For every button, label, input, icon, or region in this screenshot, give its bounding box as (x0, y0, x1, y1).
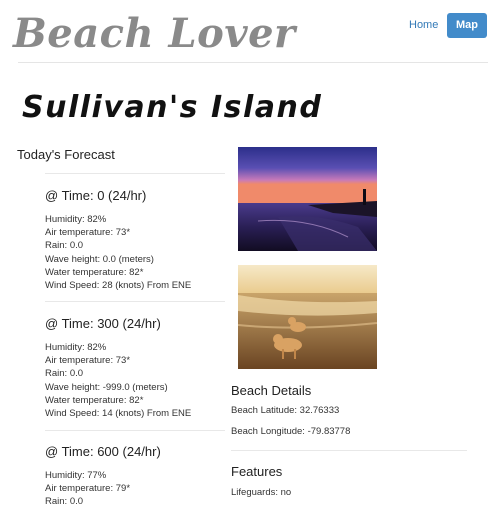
divider (45, 301, 225, 302)
nav-map-button[interactable]: Map (447, 13, 487, 38)
header-divider (18, 62, 488, 63)
wind-speed: Wind Speed: 28 (knots) From ENE (45, 280, 192, 292)
forecast-heading: Today's Forecast (17, 147, 115, 162)
humidity: Humidity: 82% (45, 342, 107, 353)
air-temperature: Air temperature: 73* (45, 227, 131, 239)
divider (45, 430, 225, 431)
forecast-block: @ Time: 600 (24/hr) Humidity: 77% Air te… (45, 444, 161, 509)
rain: Rain: 0.0 (45, 240, 84, 252)
page-title: Sullivan's Island (22, 90, 323, 125)
rain: Rain: 0.0 (45, 496, 84, 508)
water-temperature: Water temperature: 82* (45, 266, 144, 278)
wave-height: Wave height: 0.0 (meters) (45, 253, 154, 265)
forecast-time: @ Time: 0 (24/hr) (45, 188, 147, 203)
beach-photo-sunset (238, 147, 377, 251)
beach-photo-dogs (238, 265, 377, 369)
lifeguards: Lifeguards: no (231, 487, 292, 498)
logo[interactable]: Beach Lover (13, 10, 296, 57)
beach-details-heading: Beach Details (231, 383, 312, 398)
wave-height: Wave height: -999.0 (meters) (45, 381, 168, 393)
forecast-time: @ Time: 300 (24/hr) (45, 316, 161, 331)
forecast-time: @ Time: 600 (24/hr) (45, 444, 161, 459)
divider (45, 173, 225, 174)
air-temperature: Air temperature: 79* (45, 483, 131, 495)
rain: Rain: 0.0 (45, 368, 84, 380)
nav-home-link[interactable]: Home (409, 19, 438, 31)
beach-latitude: Beach Latitude: 32.76333 (231, 405, 340, 416)
water-temperature: Water temperature: 82* (45, 394, 144, 406)
wind-speed: Wind Speed: 14 (knots) From ENE (45, 408, 192, 420)
forecast-block: @ Time: 0 (24/hr) Humidity: 82% Air temp… (45, 188, 191, 292)
air-temperature: Air temperature: 73* (45, 355, 131, 367)
humidity: Humidity: 77% (45, 470, 107, 481)
forecast-block: @ Time: 300 (24/hr) Humidity: 82% Air te… (45, 316, 191, 420)
beach-longitude: Beach Longitude: -79.83778 (231, 426, 351, 437)
humidity: Humidity: 82% (45, 214, 107, 225)
divider (231, 450, 467, 451)
features-heading: Features (231, 464, 283, 479)
